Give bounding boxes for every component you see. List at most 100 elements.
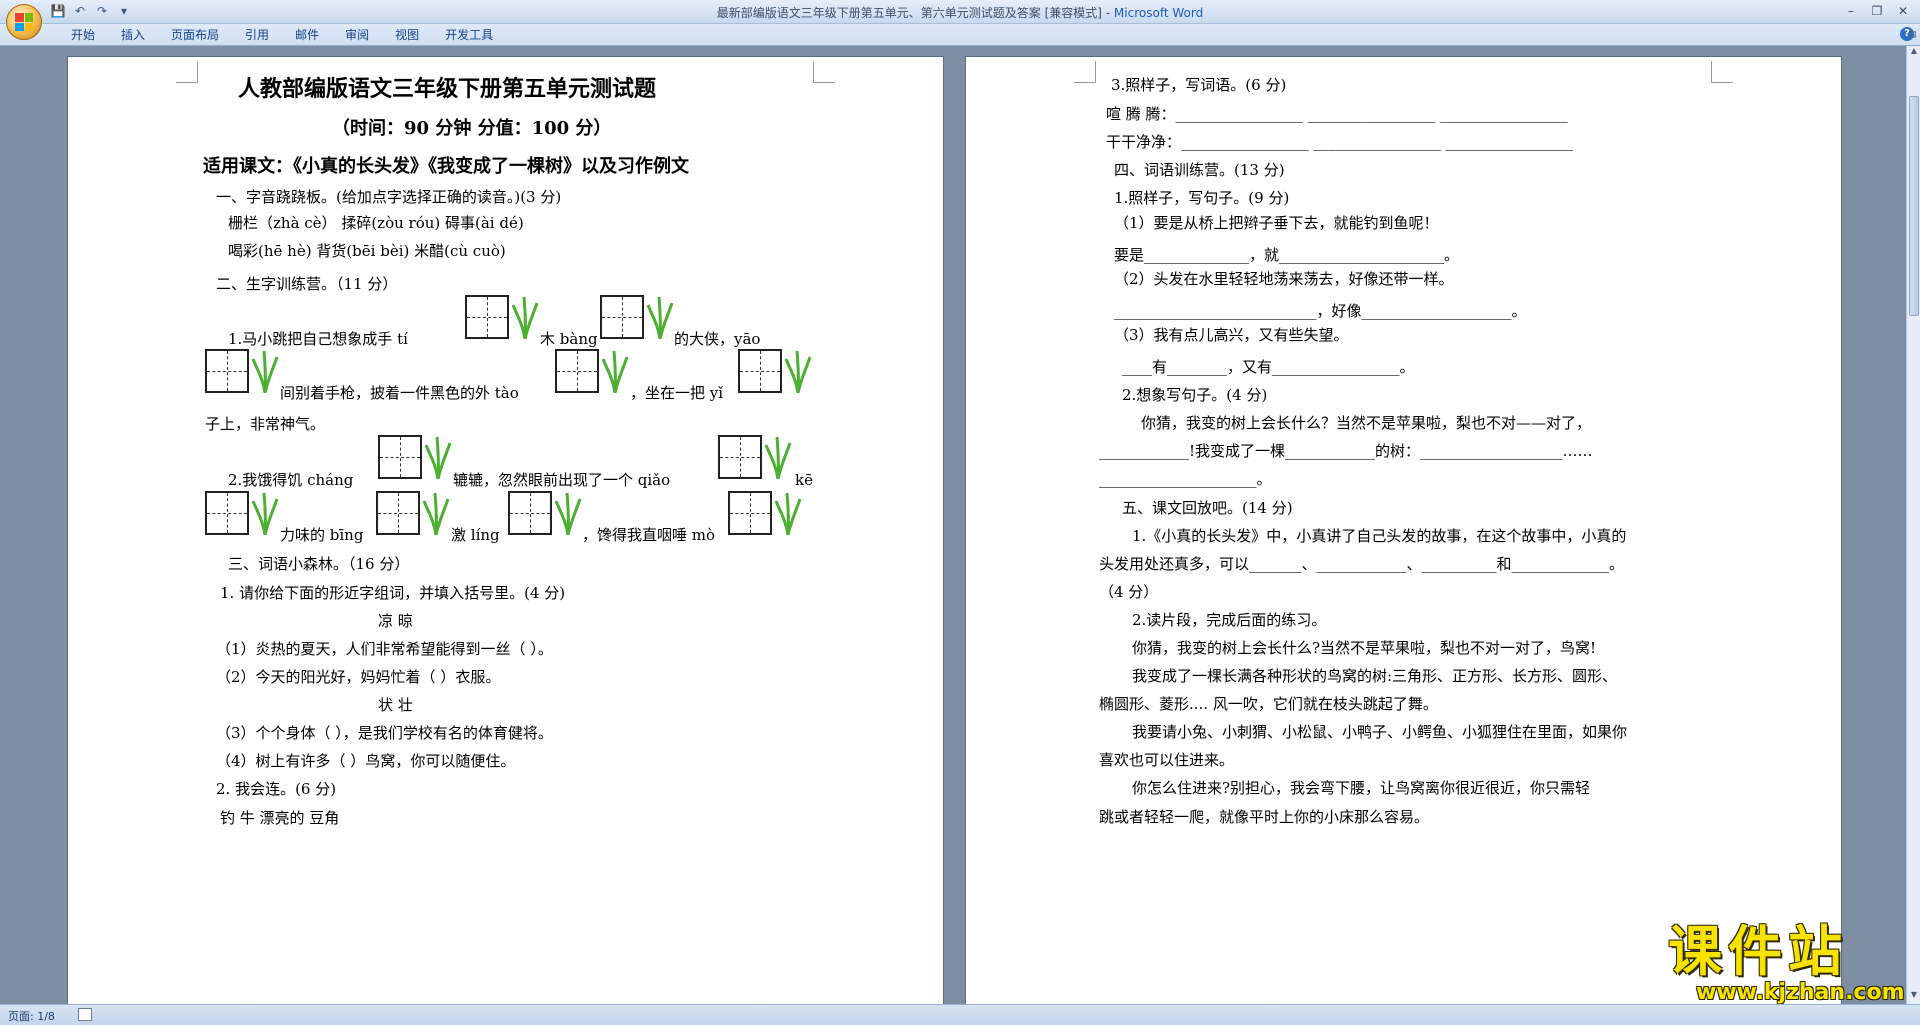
status-bar: 页面: 1/8 (0, 1004, 1920, 1025)
passage-line-6: 你怎么住进来?别担心，我会弯下腰，让鸟窝离你很近很近，你只需轻 (1132, 779, 1591, 797)
grass-icon (764, 436, 792, 479)
tab-developer[interactable]: 开发工具 (432, 27, 506, 44)
q2-2-text-b: 辘辘，忽然眼前出现了一个 qiǎo (453, 471, 671, 489)
s3-word-pair-1: 凉 晾 (378, 612, 413, 630)
watermark-text: 课件站 (1668, 920, 1848, 983)
s4-q2-answer-1: ____________!我变成了一棵____________的树：______… (1099, 442, 1593, 460)
s4-q2-prompt: 你猜，我变的树上会长什么？当然不是苹果啦，梨也不对——对了， (1141, 414, 1592, 432)
vertical-scrollbar[interactable]: ▲ ▼ (1906, 46, 1920, 1004)
document-title: 最新部编版语文三年级下册第五单元、第六单元测试题及答案 [兼容模式] - (716, 6, 1114, 20)
tab-insert[interactable]: 插入 (108, 27, 158, 44)
ribbon: 开始 插入 页面布局 引用 邮件 审阅 视图 开发工具 ? (0, 24, 1920, 46)
tab-page-layout[interactable]: 页面布局 (158, 27, 232, 44)
r-q3-b: 干干净净：_________________ _________________… (1106, 133, 1574, 151)
writing-box[interactable] (728, 491, 772, 535)
s5-q1: 1.《小真的长头发》中，小真讲了自己头发的故事，在这个故事中，小真的 (1132, 527, 1627, 545)
q2-1-text-b: 木 bàng (540, 330, 598, 348)
tab-review[interactable]: 审阅 (332, 27, 382, 44)
s5-q1-b: 头发用处还真多，可以_______、____________、_________… (1099, 555, 1625, 573)
writing-box[interactable] (465, 295, 509, 339)
s4-q1-3: （3）我有点儿高兴，又有些失望。 (1114, 326, 1349, 344)
tab-view[interactable]: 视图 (382, 27, 432, 44)
grass-icon (646, 296, 674, 339)
s5-q2: 2.读片段，完成后面的练习。 (1132, 611, 1327, 629)
grass-icon (511, 296, 539, 339)
s4-q1-1-answer: 要是______________，就______________________… (1114, 246, 1460, 264)
s4-q1-2: （2）头发在水里轻轻地荡来荡去，好像还带一样。 (1114, 270, 1454, 288)
passage-line-3: 椭圆形、菱形.... 风一吹，它们就在枝头跳起了舞。 (1099, 695, 1438, 713)
watermark-logo: 课件站 www.kjzhan.com (1668, 920, 1908, 1006)
crop-mark (1711, 61, 1733, 83)
writing-box[interactable] (555, 349, 599, 393)
q2-1-text-d: 间别着手枪，披着一件黑色的外 tào (280, 384, 519, 402)
s4-q1-3-answer: ____有________，又有_________________。 (1122, 358, 1415, 376)
scroll-thumb[interactable] (1909, 96, 1919, 316)
writing-box[interactable] (376, 491, 420, 535)
grass-icon (422, 492, 450, 535)
s3-sentence-3: （3）个个身体（ ），是我们学校有名的体育健将。 (216, 724, 553, 742)
passage-line-7: 跳或者轻轻一爬，就像平时上你的小床那么容易。 (1099, 808, 1430, 826)
window-title: 最新部编版语文三年级下册第五单元、第六单元测试题及答案 [兼容模式] - Mic… (0, 4, 1920, 21)
page-indicator[interactable]: 页面: 1/8 (8, 1008, 55, 1024)
s3-sentence-4: （4）树上有许多（ ）鸟窝，你可以随便住。 (216, 752, 516, 770)
s5-q1-c: （4 分） (1099, 583, 1159, 601)
window-controls: – ❐ ✕ (1840, 2, 1914, 20)
crop-mark (176, 61, 198, 83)
crop-mark (1074, 61, 1096, 83)
title-bar: 💾 ↶ ↷ ▾ 最新部编版语文三年级下册第五单元、第六单元测试题及答案 [兼容模… (0, 0, 1920, 40)
q2-1-text-c: 的大侠，yāo (674, 330, 761, 348)
section-1-row-2: 喝彩(hē hè) 背货(bēi bèi) 米醋(cù cuò) (228, 242, 506, 260)
writing-box[interactable] (508, 491, 552, 535)
s4-q1: 1.照样子，写句子。(9 分) (1114, 189, 1290, 207)
s3-word-pair-2: 状 壮 (378, 696, 413, 714)
s4-q1-2-answer: ___________________________，好像__________… (1114, 302, 1527, 320)
grass-icon (601, 350, 629, 393)
scroll-down-icon[interactable]: ▼ (1908, 990, 1920, 1004)
crop-mark (813, 61, 835, 83)
r-q3-a: 喧 腾 腾：_________________ ________________… (1106, 105, 1568, 123)
passage-line-5: 喜欢也可以住进来。 (1099, 751, 1235, 769)
minimize-icon[interactable]: – (1840, 2, 1862, 20)
writing-box[interactable] (738, 349, 782, 393)
section-1-heading: 一、字音跷跷板。(给加点字选择正确的读音。)(3 分) (216, 188, 562, 206)
watermark-url: www.kjzhan.com (1696, 980, 1905, 1005)
q2-1-text-e: ，坐在一把 yǐ (630, 384, 724, 402)
writing-box[interactable] (718, 435, 762, 479)
document-page-left[interactable]: 人教部编版语文三年级下册第五单元测试题 （时间：90 分钟 分值：100 分） … (67, 56, 944, 1004)
writing-box[interactable] (600, 295, 644, 339)
q2-1-text-a: 1.马小跳把自己想象成手 tí (228, 330, 408, 348)
office-button[interactable] (6, 4, 42, 40)
q2-2-text-a: 2.我饿得饥 cháng (228, 471, 354, 489)
q2-2-text-d: 力味的 bīng (280, 526, 364, 544)
page-title: 人教部编版语文三年级下册第五单元测试题 (238, 76, 657, 102)
q2-2-text-f: ，馋得我直咽唾 mò (582, 526, 716, 544)
passage-line-2: 我变成了一棵长满各种形状的鸟窝的树:三角形、正方形、长方形、圆形、 (1132, 667, 1618, 685)
restore-icon[interactable]: ❐ (1866, 2, 1888, 20)
writing-box[interactable] (205, 491, 249, 535)
section-5-heading: 五、课文回放吧。(14 分) (1122, 499, 1293, 517)
page-subtitle: （时间：90 分钟 分值：100 分） (332, 118, 612, 139)
close-icon[interactable]: ✕ (1892, 2, 1914, 20)
view-ruler-icon[interactable]: ▤ (1908, 30, 1918, 42)
q2-1-text-f: 子上，非常神气。 (205, 415, 326, 433)
document-workspace: 人教部编版语文三年级下册第五单元测试题 （时间：90 分钟 分值：100 分） … (0, 46, 1906, 1004)
s4-q1-1: （1）要是从桥上把辫子垂下去，就能钓到鱼呢！ (1114, 214, 1439, 232)
grass-icon (554, 492, 582, 535)
s3-q2: 2. 我会连。(6 分) (216, 780, 337, 798)
s3-match-row: 钓 牛 漂亮的 豆角 (220, 809, 340, 827)
tab-references[interactable]: 引用 (232, 27, 282, 44)
passage-line-4: 我要请小兔、小刺猬、小松鼠、小鸭子、小鳄鱼、小狐狸住在里面，如果你 (1132, 723, 1628, 741)
applies-to: 适用课文：《小真的长头发》《我变成了一棵树》以及习作例文 (203, 156, 689, 177)
section-2-heading: 二、生字训练营。（11 分） (216, 275, 398, 293)
document-page-right[interactable]: 3.照样子，写词语。(6 分) 喧 腾 腾：_________________ … (965, 56, 1842, 1004)
proofing-icon[interactable] (78, 1008, 92, 1021)
tab-mailings[interactable]: 邮件 (282, 27, 332, 44)
ribbon-tabs: 开始 插入 页面布局 引用 邮件 审阅 视图 开发工具 (58, 27, 506, 44)
grass-icon (251, 492, 279, 535)
writing-box[interactable] (205, 349, 249, 393)
tab-home[interactable]: 开始 (58, 27, 108, 44)
scroll-up-icon[interactable]: ▲ (1908, 46, 1920, 60)
writing-box[interactable] (378, 435, 422, 479)
s3-q1: 1. 请你给下面的形近字组词，并填入括号里。(4 分) (220, 584, 566, 602)
passage-line-1: 你猜，我变的树上会长什么?当然不是苹果啦，梨也不对一对了，鸟窝! (1132, 639, 1597, 657)
